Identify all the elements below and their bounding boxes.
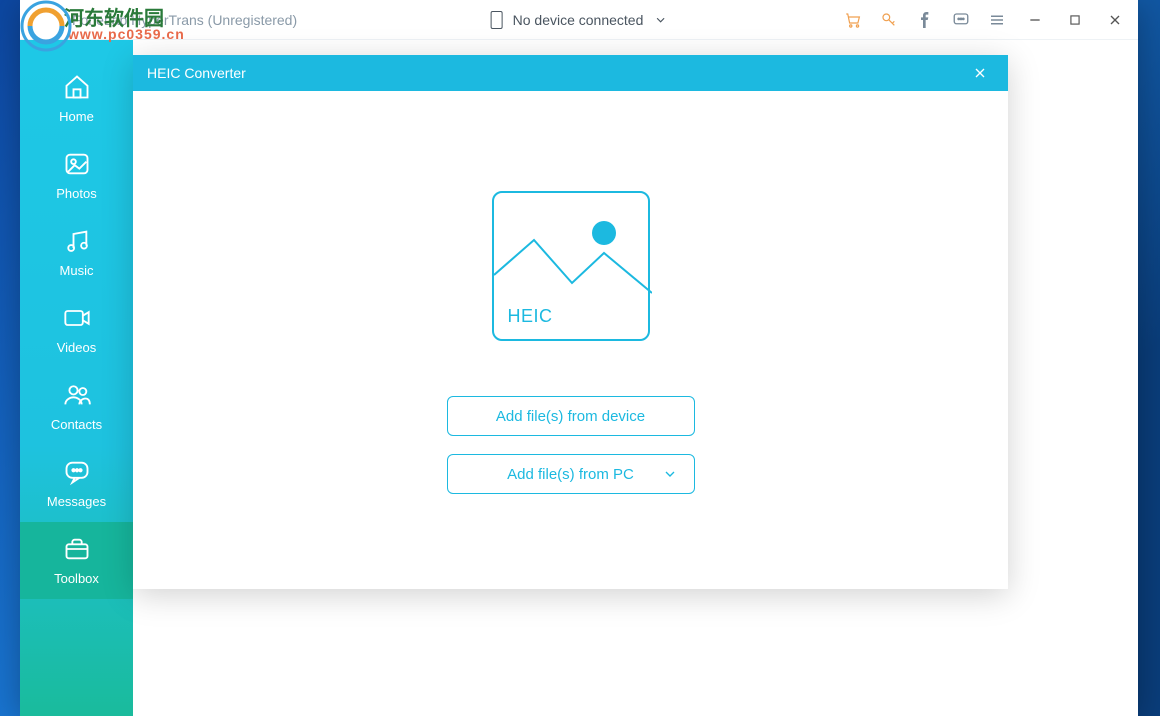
modal-body: HEIC Add file(s) from device Add file(s)… xyxy=(133,91,1008,589)
watermark-text-2: www.pc0359.cn xyxy=(68,26,185,42)
sidebar-item-toolbox[interactable]: Toolbox xyxy=(20,522,133,599)
add-from-device-button[interactable]: Add file(s) from device xyxy=(447,396,695,436)
feedback-icon[interactable] xyxy=(952,11,970,29)
titlebar-right xyxy=(844,9,1126,31)
sidebar-item-label: Contacts xyxy=(51,417,102,432)
heic-label: HEIC xyxy=(508,306,553,327)
close-button[interactable] xyxy=(1104,9,1126,31)
maximize-button[interactable] xyxy=(1064,9,1086,31)
sidebar-item-label: Home xyxy=(59,109,94,124)
sidebar-item-photos[interactable]: Photos xyxy=(20,137,133,214)
add-from-pc-button[interactable]: Add file(s) from PC xyxy=(447,454,695,494)
sidebar-item-music[interactable]: Music xyxy=(20,214,133,291)
key-icon[interactable] xyxy=(880,11,898,29)
button-label: Add file(s) from PC xyxy=(507,466,634,483)
sidebar-item-label: Messages xyxy=(47,494,106,509)
chevron-down-icon xyxy=(653,13,667,27)
chevron-down-icon xyxy=(662,466,678,482)
button-label: Add file(s) from device xyxy=(496,408,645,425)
videos-icon xyxy=(63,304,91,332)
main-area: HEIC Converter HEIC Add file(s) from dev… xyxy=(133,40,1138,716)
app-body: Home Photos Music Videos Contacts Messag… xyxy=(20,40,1138,716)
home-icon xyxy=(63,73,91,101)
photos-icon xyxy=(63,150,91,178)
heic-illustration: HEIC xyxy=(492,191,650,341)
sidebar-item-label: Toolbox xyxy=(54,571,99,586)
phone-icon xyxy=(491,11,503,29)
sidebar: Home Photos Music Videos Contacts Messag… xyxy=(20,40,133,716)
titlebar: FoneLab HyperTrans (Unregistered) No dev… xyxy=(20,0,1138,40)
site-logo xyxy=(20,0,72,52)
menu-icon[interactable] xyxy=(988,11,1006,29)
music-icon xyxy=(63,227,91,255)
close-icon xyxy=(972,65,988,81)
mountain-icon xyxy=(494,235,652,295)
cart-icon[interactable] xyxy=(844,11,862,29)
sidebar-item-label: Videos xyxy=(57,340,97,355)
minimize-button[interactable] xyxy=(1024,9,1046,31)
app-window: 河东软件园 www.pc0359.cn FoneLab HyperTrans (… xyxy=(20,0,1138,716)
contacts-icon xyxy=(63,381,91,409)
sidebar-item-videos[interactable]: Videos xyxy=(20,291,133,368)
sidebar-item-label: Music xyxy=(60,263,94,278)
toolbox-icon xyxy=(63,535,91,563)
heic-converter-modal: HEIC Converter HEIC Add file(s) from dev… xyxy=(133,55,1008,589)
facebook-icon[interactable] xyxy=(916,11,934,29)
modal-close-button[interactable] xyxy=(966,59,994,87)
device-label: No device connected xyxy=(513,12,644,28)
sidebar-item-home[interactable]: Home xyxy=(20,60,133,137)
sidebar-item-contacts[interactable]: Contacts xyxy=(20,368,133,445)
modal-title: HEIC Converter xyxy=(147,65,246,81)
device-selector[interactable]: No device connected xyxy=(479,7,680,33)
modal-header: HEIC Converter xyxy=(133,55,1008,91)
sidebar-item-label: Photos xyxy=(56,186,96,201)
messages-icon xyxy=(63,458,91,486)
sidebar-item-messages[interactable]: Messages xyxy=(20,445,133,522)
